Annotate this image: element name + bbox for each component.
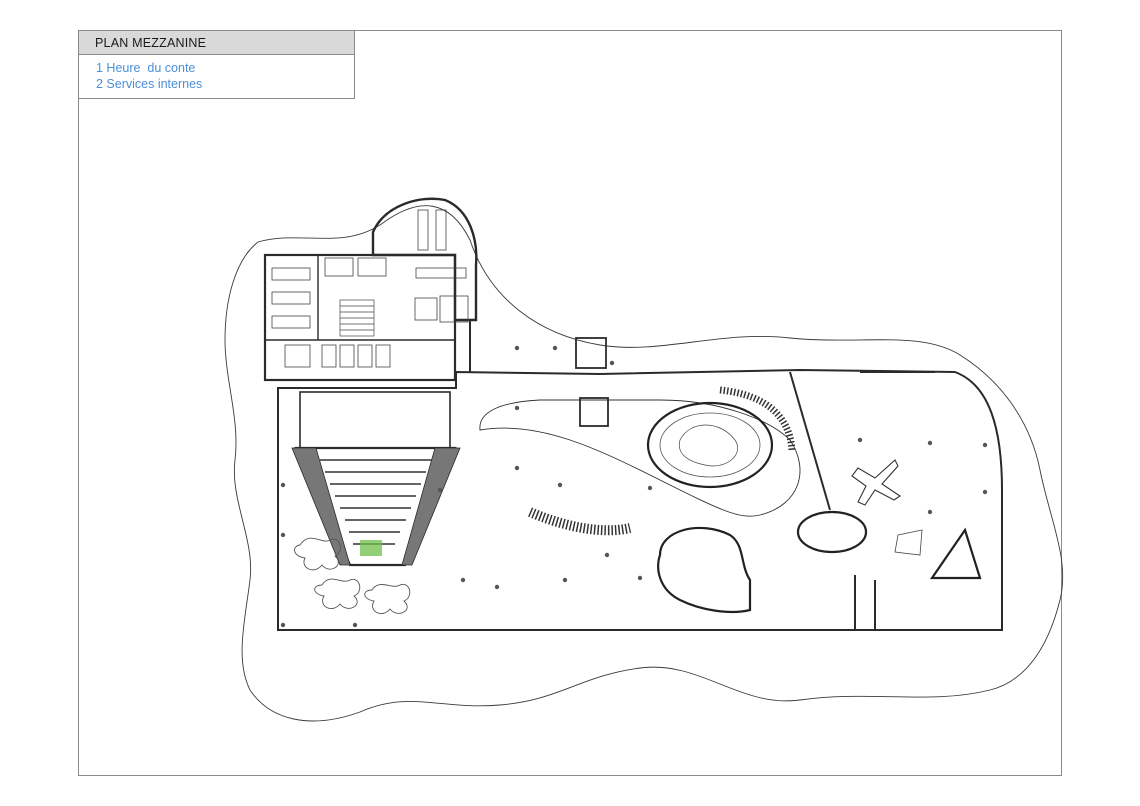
curved-ramp [528, 507, 632, 536]
flower-shapes [294, 537, 411, 614]
lower-oval [796, 510, 868, 554]
floor-plan-drawing [224, 197, 1064, 722]
triangle-shape [929, 527, 982, 580]
central-void [479, 399, 801, 517]
site-outline [224, 205, 1064, 722]
elevator-core [575, 337, 607, 369]
green-marker [360, 540, 382, 556]
desks-left [271, 267, 391, 368]
tower-outline [371, 197, 478, 322]
oval-room [646, 401, 774, 489]
plane-shape [851, 459, 901, 506]
service-block [263, 253, 457, 382]
stair-service [339, 299, 375, 337]
curved-stair [719, 386, 796, 451]
lower-room-1 [657, 526, 752, 614]
stage [299, 391, 451, 449]
